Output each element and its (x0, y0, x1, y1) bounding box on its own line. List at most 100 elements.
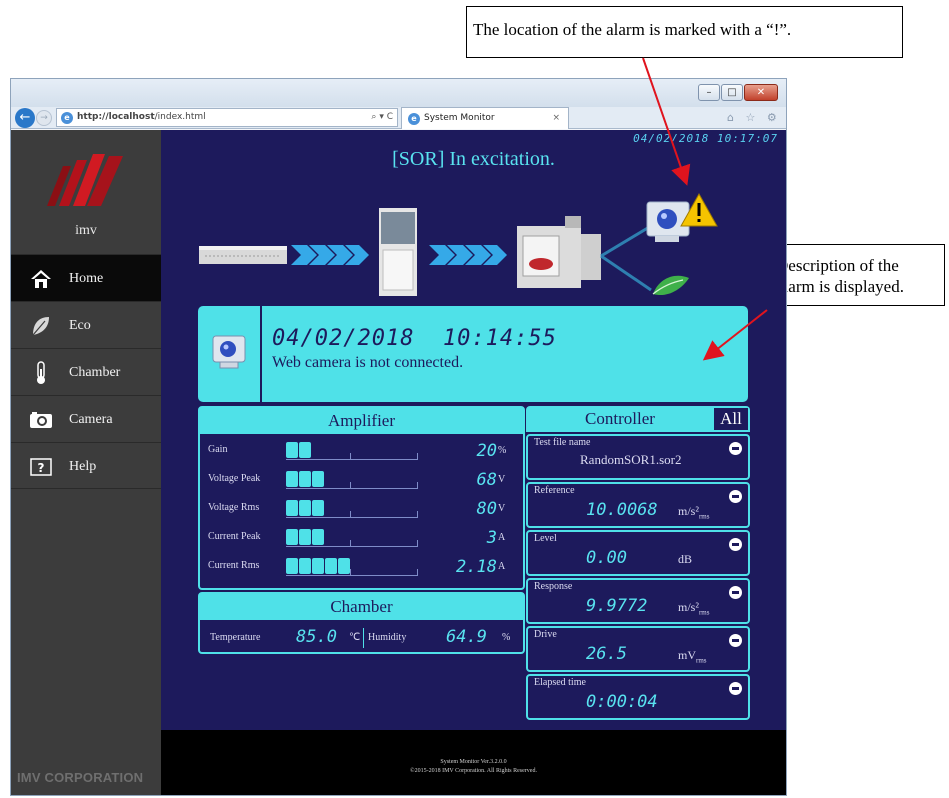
level-segment (312, 471, 324, 487)
home-icon (27, 255, 55, 302)
unit-sub: rms (698, 608, 710, 617)
controller-unit-icon (199, 246, 287, 264)
controller-item: Elapsed time 0:00:04 (526, 674, 750, 720)
amplifier-level-bar (286, 529, 418, 547)
collapse-minus-icon[interactable] (729, 682, 742, 695)
amplifier-row-value: 3 (486, 528, 497, 548)
amplifier-row: Current Rms 2.18 A (200, 556, 523, 580)
humidity-label: Humidity (368, 632, 407, 643)
controller-panel: Controller All Test file name RandomSOR1.… (526, 406, 750, 722)
controller-item-label: Response (534, 581, 573, 592)
collapse-minus-icon[interactable] (729, 442, 742, 455)
controller-item: Reference 10.0068 m/s²rms (526, 482, 750, 528)
level-segment (286, 442, 298, 458)
amplifier-row: Current Peak 3 A (200, 527, 523, 551)
amplifier-row: Voltage Rms 80 V (200, 498, 523, 522)
unit-main: dB (678, 552, 693, 566)
level-segment (312, 558, 324, 574)
back-button[interactable]: ← (15, 108, 35, 128)
nav-home[interactable]: Home (11, 254, 161, 301)
alarm-datetime: 04/02/2018 10:14:55 (272, 326, 557, 351)
level-segment (286, 471, 298, 487)
amplifier-row-label: Voltage Peak (208, 473, 261, 484)
nav-camera[interactable]: Camera (11, 395, 161, 442)
browser-tab[interactable]: e System Monitor × (401, 107, 569, 129)
corporation-name: IMV CORPORATION (17, 770, 144, 785)
amplifier-row-label: Gain (208, 444, 228, 455)
temperature-unit: ℃ (349, 632, 361, 643)
amplifier-row-label: Current Peak (208, 531, 261, 542)
alarm-monitor-icon (198, 306, 262, 402)
brand-name: imv (75, 223, 97, 238)
controller-item-unit: dB (678, 552, 692, 567)
nav-help-label: Help (69, 459, 97, 474)
tab-close-icon[interactable]: × (552, 108, 560, 128)
amplifier-row-label: Current Rms (208, 560, 260, 571)
controller-item-label: Level (534, 533, 557, 544)
imv-logo (47, 154, 123, 206)
main-content: 04/02/2018 10:17:07 [SOR] In excitation. (161, 130, 786, 730)
unit-sub: rms (696, 656, 707, 665)
svg-text:?: ? (38, 461, 45, 475)
amplifier-row-unit: A (498, 532, 506, 543)
amplifier-row: Gain 20% (200, 440, 523, 464)
humidity-unit: % (502, 632, 511, 643)
amplifier-level-bar (286, 500, 418, 518)
level-segment (299, 500, 311, 516)
amplifier-level-bar (286, 442, 418, 460)
controller-item-label: Drive (534, 629, 557, 640)
controller-item-value: 26.5 (586, 644, 627, 664)
forward-button[interactable]: → (36, 110, 52, 126)
address-path: /index.html (154, 112, 206, 122)
footer-copyright: ©2015-2018 IMV Corporation. All Rights R… (410, 768, 537, 774)
unit-main: mV (678, 648, 696, 662)
flow-arrow-1 (291, 245, 369, 265)
collapse-minus-icon[interactable] (729, 586, 742, 599)
chamber-divider (363, 628, 364, 648)
close-window-button[interactable]: ✕ (744, 84, 778, 101)
nav-chamber[interactable]: Chamber (11, 348, 161, 395)
controller-item-unit: m/s²rms (678, 504, 709, 520)
address-bar[interactable]: e http://localhost/index.html ⌕ ▾ C (56, 108, 398, 127)
controller-item-unit: mVrms (678, 648, 707, 664)
controller-item-label: Elapsed time (534, 677, 586, 688)
callout-alarm-description: Description of the alarm is displayed. (767, 244, 945, 306)
controller-item: Test file name RandomSOR1.sor2 (526, 434, 750, 480)
level-segment (312, 529, 324, 545)
status-title: [SOR] In excitation. (392, 148, 555, 170)
chamber-panel: Chamber Temperature 85.0 ℃ Humidity 64.9… (198, 592, 525, 654)
alarm-panel: 04/02/2018 10:14:55 Web camera is not co… (198, 306, 748, 402)
controller-item-unit: m/s²rms (678, 600, 709, 616)
address-host: http://localhost (77, 112, 155, 122)
amplifier-level-bar (286, 558, 418, 576)
controller-item-value: 0.00 (586, 548, 627, 568)
amplifier-row: Voltage Peak 68 V (200, 469, 523, 493)
browser-window: – □ ✕ ← → e http://localhost/index.html … (10, 78, 787, 796)
controller-item-value: 10.0068 (586, 500, 658, 520)
help-icon: ? (27, 443, 55, 490)
controller-item: Response 9.9772 m/s²rms (526, 578, 750, 624)
controller-item-text: RandomSOR1.sor2 (580, 452, 682, 467)
search-refresh-controls[interactable]: ⌕ ▾ C (371, 109, 393, 126)
flow-arrow-2 (429, 245, 507, 265)
collapse-minus-icon[interactable] (729, 490, 742, 503)
collapse-minus-icon[interactable] (729, 634, 742, 647)
nav-help[interactable]: ? Help (11, 442, 161, 489)
level-segment (286, 500, 298, 516)
controller-item: Drive 26.5 mVrms (526, 626, 750, 672)
all-button[interactable]: All (714, 408, 748, 430)
nav-home-label: Home (69, 271, 104, 286)
collapse-minus-icon[interactable] (729, 538, 742, 551)
level-segment (325, 558, 337, 574)
alarm-message: Web camera is not connected. (272, 354, 464, 371)
minimize-button[interactable]: – (698, 84, 720, 101)
unit-main: m/s² (678, 504, 699, 518)
level-segment (299, 529, 311, 545)
maximize-button[interactable]: □ (721, 84, 743, 101)
chamber-readings: Temperature 85.0 ℃ Humidity 64.9 % (200, 624, 523, 652)
humidity-value: 64.9 (446, 627, 487, 647)
nav-eco[interactable]: Eco (11, 301, 161, 348)
home-favorites-settings-icons[interactable]: ⌂ ☆ ⚙ (727, 111, 781, 124)
level-segment (299, 471, 311, 487)
title-bar: – □ ✕ (11, 79, 786, 107)
